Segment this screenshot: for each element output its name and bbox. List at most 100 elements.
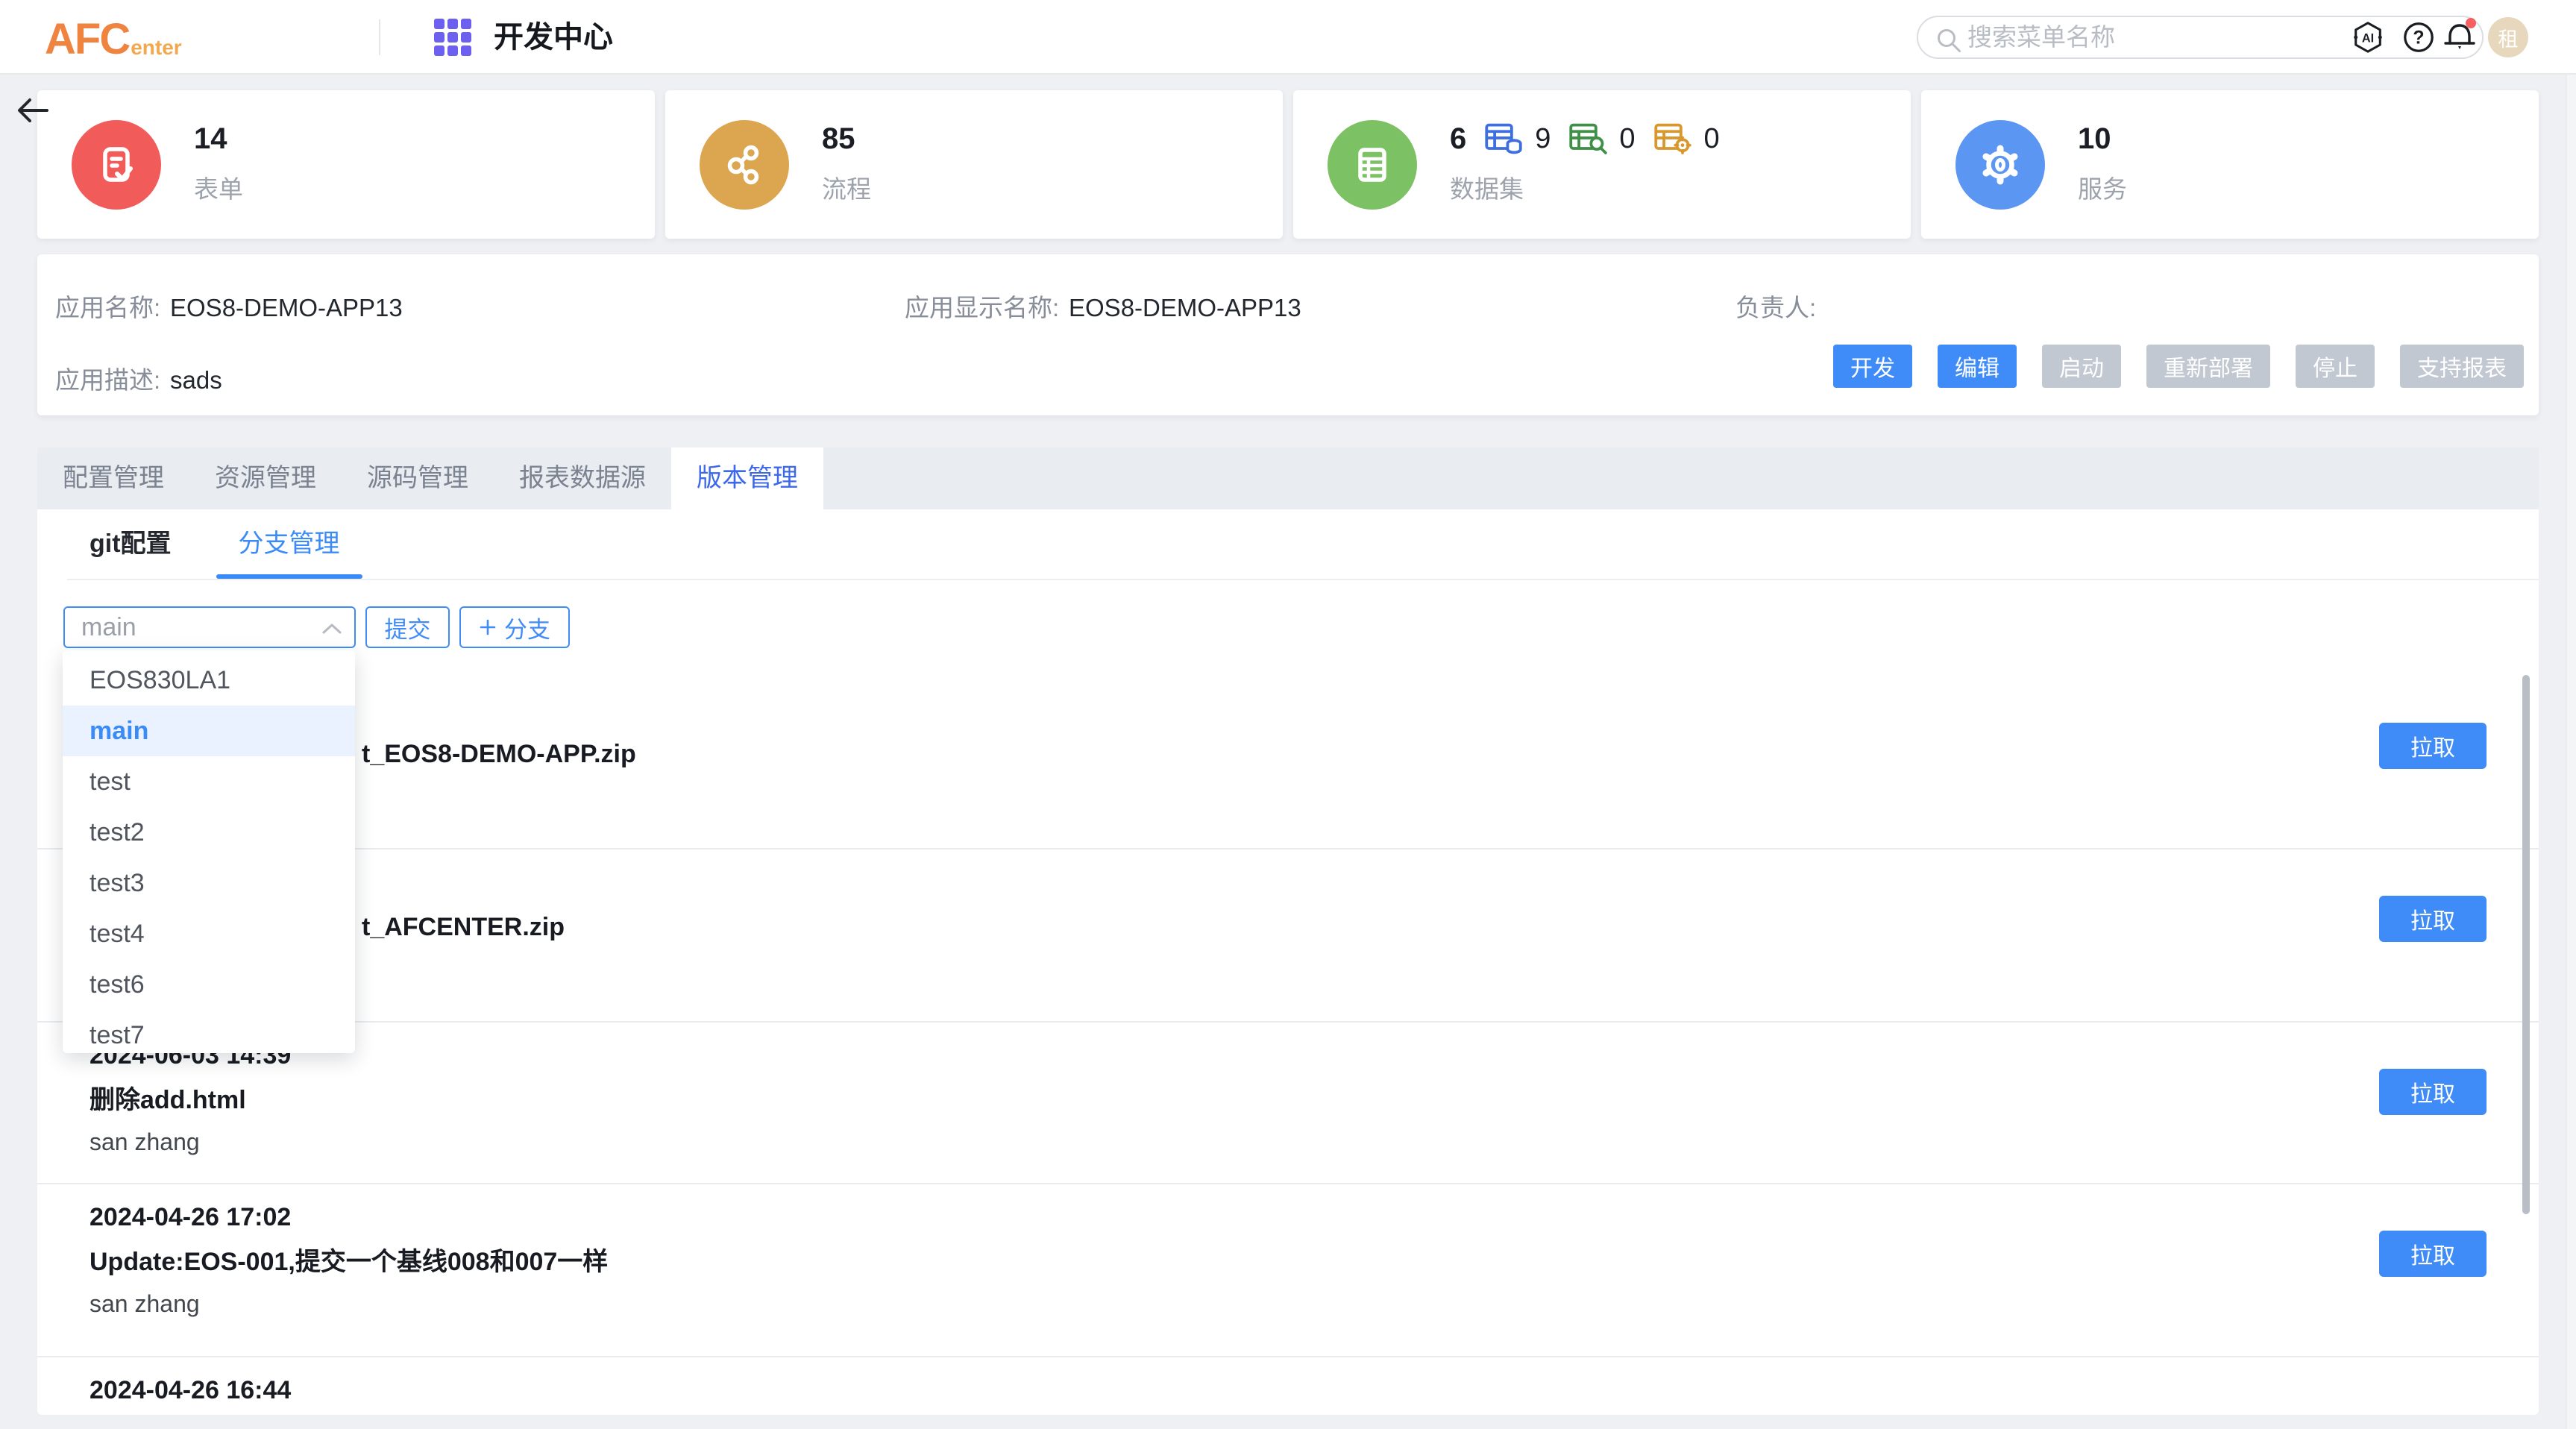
branch-select[interactable]: main <box>63 606 356 648</box>
stat-card-forms: 14 表单 <box>37 90 655 239</box>
app-name-label: 应用名称: <box>55 293 160 323</box>
tab-resources[interactable]: 资源管理 <box>189 447 342 509</box>
report-button[interactable]: 支持报表 <box>2400 345 2524 388</box>
start-button[interactable]: 启动 <box>2042 345 2121 388</box>
submit-label: 提交 <box>385 611 431 644</box>
pull-button[interactable]: 拉取 <box>2379 896 2487 942</box>
commit-message: t_AFCENTER.zip <box>89 911 2539 943</box>
afcenter-logo: AFC enter <box>45 10 182 64</box>
commit-row: 2024-04-26 17:02 Update:EOS-001,提交一个基线00… <box>37 1184 2539 1357</box>
branch-option[interactable]: test <box>63 756 355 807</box>
branch-option[interactable]: EOS830LA1 <box>63 655 355 706</box>
service-gear-icon <box>1955 120 2045 210</box>
tab-source[interactable]: 源码管理 <box>342 447 494 509</box>
commit-row: 2024-06-03 14:39 删除add.html san zhang 拉取 <box>37 1023 2539 1184</box>
tab-report-source[interactable]: 报表数据源 <box>494 447 671 509</box>
app-grid-icon[interactable] <box>431 16 474 59</box>
branch-option-selected[interactable]: main <box>63 706 355 756</box>
top-header: AFC enter 开发中心 AI ? <box>0 0 2576 75</box>
svg-text:?: ? <box>2413 28 2424 48</box>
branch-option[interactable]: test2 <box>63 807 355 858</box>
datasets-count: 6 <box>1450 122 1466 156</box>
tab-version[interactable]: 版本管理 <box>671 447 823 509</box>
pull-button[interactable]: 拉取 <box>2379 1231 2487 1277</box>
ai-assistant-icon[interactable]: AI <box>2351 20 2385 54</box>
form-icon <box>72 120 161 210</box>
logo-text-main: AFC <box>45 15 129 64</box>
develop-button[interactable]: 开发 <box>1833 345 1912 388</box>
commit-message: t_EOS8-DEMO-APP.zip <box>89 738 2539 770</box>
branch-option[interactable]: test4 <box>63 908 355 959</box>
commit-message: 删除add.html <box>89 1084 2539 1116</box>
back-arrow-icon[interactable] <box>16 95 49 125</box>
commit-row: 2024-04-26 16:44 <box>37 1357 2539 1415</box>
commit-row: t_EOS8-DEMO-APP.zip 拉取 <box>37 676 2539 849</box>
dataset-config-icon <box>1653 121 1692 157</box>
branch-dropdown: EOS830LA1 main test test2 test3 test4 te… <box>63 650 355 1053</box>
commit-date: 2024-06-03 14:39 <box>89 1039 2539 1072</box>
flows-label: 流程 <box>822 169 871 205</box>
dataset-db-icon <box>1484 121 1523 157</box>
commit-date: 2024-04-26 16:44 <box>89 1374 2539 1407</box>
user-avatar[interactable]: 租 <box>2488 17 2528 57</box>
subtab-branch-manage[interactable]: 分支管理 <box>216 509 362 579</box>
services-count: 10 <box>2078 120 2111 157</box>
stat-card-flows: 85 流程 <box>665 90 1283 239</box>
list-scrollbar-thumb[interactable] <box>2522 675 2530 1214</box>
app-action-buttons: 开发 编辑 启动 重新部署 停止 支持报表 <box>1833 345 2524 388</box>
app-desc-value: sads <box>170 365 222 395</box>
branch-option[interactable]: test7 <box>63 1010 355 1053</box>
submit-button[interactable]: 提交 <box>365 606 450 648</box>
app-owner-label: 负责人: <box>1735 293 1816 323</box>
page-scrollbar[interactable] <box>2566 75 2576 1429</box>
datasets-label: 数据集 <box>1450 169 1524 205</box>
flows-count: 85 <box>822 120 855 157</box>
branch-option[interactable]: test3 <box>63 858 355 908</box>
stop-button[interactable]: 停止 <box>2296 345 2375 388</box>
dataset-db-count: 9 <box>1535 123 1551 155</box>
commit-author <box>89 954 2539 984</box>
avatar-text: 租 <box>2498 23 2519 52</box>
edit-button[interactable]: 编辑 <box>1938 345 2017 388</box>
stat-card-services: 10 服务 <box>1921 90 2539 239</box>
subtab-git-config[interactable]: git配置 <box>67 509 194 579</box>
services-label: 服务 <box>2078 169 2127 205</box>
new-branch-label: 分支 <box>504 611 550 644</box>
sub-tabs: git配置 分支管理 <box>67 509 2539 580</box>
svg-text:AI: AI <box>2362 32 2374 45</box>
dataset-query-count: 0 <box>1619 123 1635 155</box>
pull-button[interactable]: 拉取 <box>2379 723 2487 769</box>
app-display-name-label: 应用显示名称: <box>905 293 1059 323</box>
tab-config[interactable]: 配置管理 <box>37 447 189 509</box>
notifications-bell-icon[interactable] <box>2440 16 2479 55</box>
commit-author: san zhang <box>89 1289 2539 1319</box>
commit-message: Update:EOS-001,提交一个基线008和007一样 <box>89 1246 2539 1278</box>
notification-dot <box>2466 18 2476 28</box>
dataset-counts: 6 9 0 0 <box>1450 120 1720 157</box>
page: AFC enter 开发中心 AI ? <box>0 0 2576 1429</box>
redeploy-button[interactable]: 重新部署 <box>2146 345 2270 388</box>
commit-list: t_EOS8-DEMO-APP.zip 拉取 t_AFCENTER.zip 拉取… <box>37 676 2539 1415</box>
version-management-panel: git配置 分支管理 main 提交 分支 t <box>37 509 2539 1415</box>
commit-author <box>89 781 2539 811</box>
search-icon <box>1935 26 1963 54</box>
branch-select-value: main <box>81 608 136 647</box>
forms-label: 表单 <box>194 169 243 205</box>
forms-count: 14 <box>194 120 227 157</box>
branch-option[interactable]: test6 <box>63 959 355 1010</box>
plus-icon <box>479 618 497 636</box>
commit-date <box>89 693 2539 726</box>
app-info-card: 应用名称: EOS8-DEMO-APP13 应用显示名称: EOS8-DEMO-… <box>37 254 2539 415</box>
search-input[interactable] <box>1967 19 2467 56</box>
pull-button[interactable]: 拉取 <box>2379 1069 2487 1115</box>
app-desc-label: 应用描述: <box>55 365 160 395</box>
commit-author: san zhang <box>89 1127 2539 1157</box>
new-branch-button[interactable]: 分支 <box>459 606 570 648</box>
commit-date <box>89 866 2539 899</box>
help-icon[interactable]: ? <box>2401 20 2436 54</box>
app-name-value: EOS8-DEMO-APP13 <box>170 293 403 323</box>
dataset-icon <box>1328 120 1417 210</box>
menu-search <box>1917 16 2484 59</box>
dataset-config-count: 0 <box>1704 123 1720 155</box>
commit-date: 2024-04-26 17:02 <box>89 1201 2539 1234</box>
